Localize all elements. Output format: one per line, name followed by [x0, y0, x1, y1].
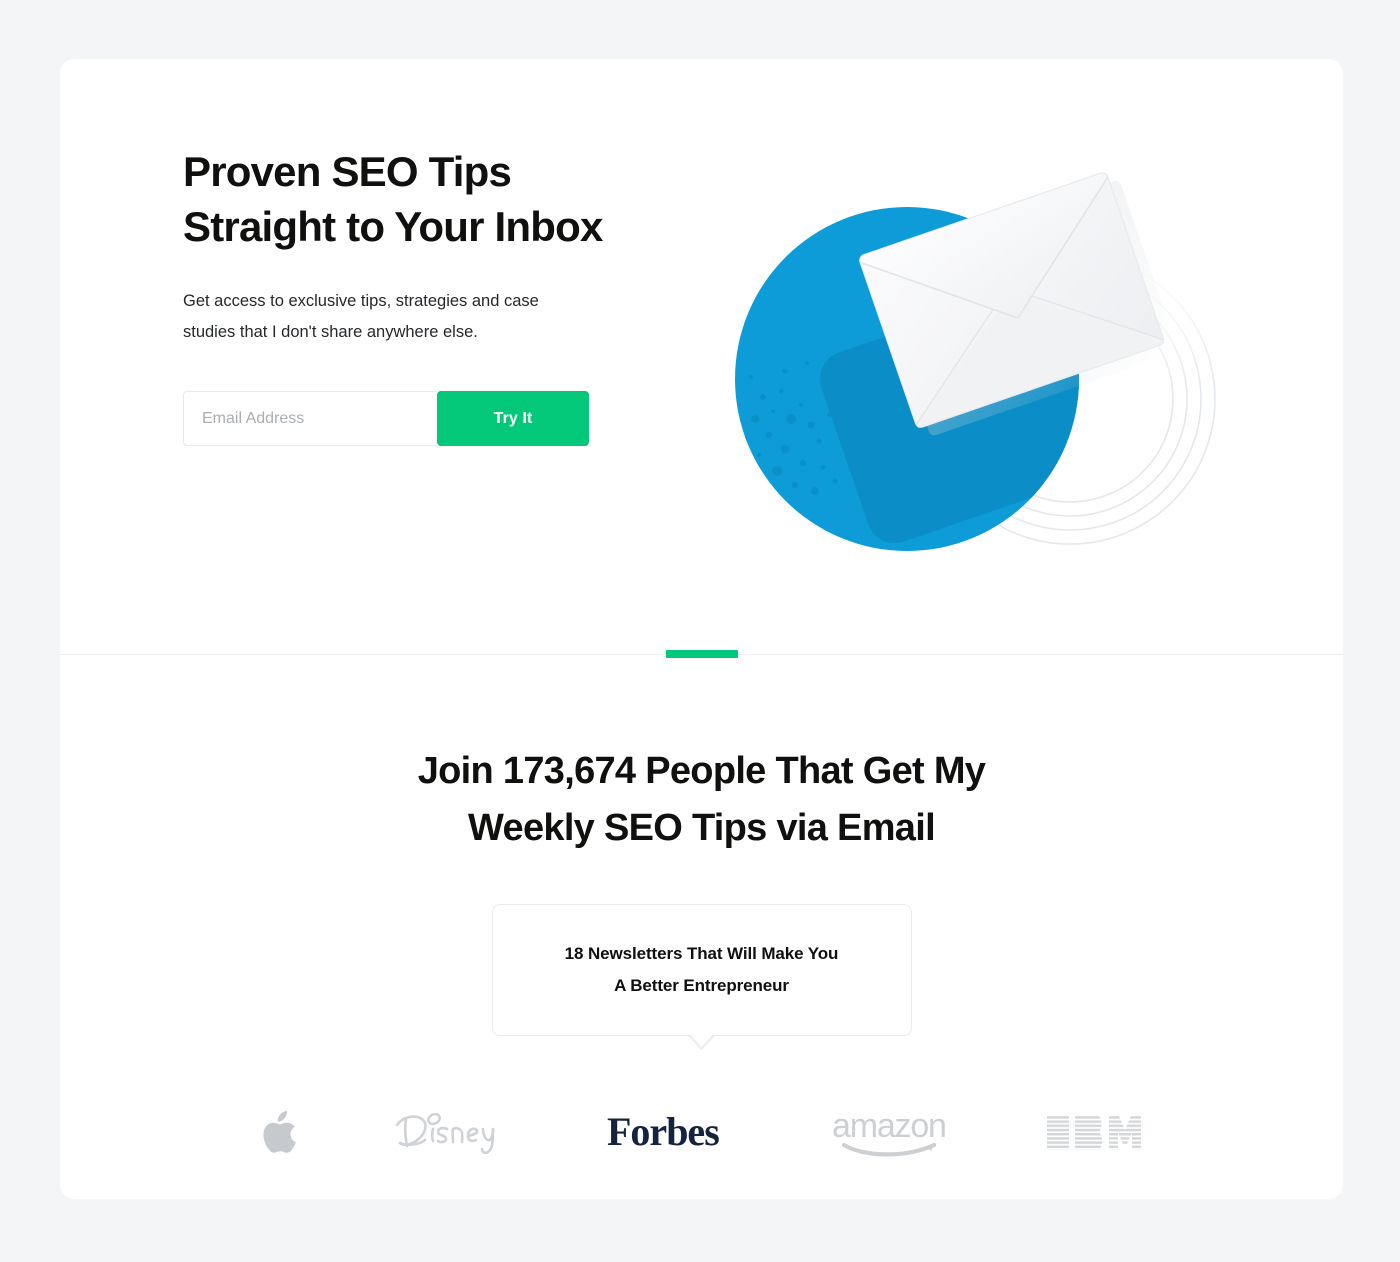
badge-arrow-fill — [689, 1035, 715, 1049]
forbes-logo: Forbes — [607, 1110, 737, 1156]
proof-title: Join 173,674 People That Get My Weekly S… — [417, 750, 986, 849]
try-it-button[interactable]: Try It — [437, 391, 589, 446]
hero-copy: Proven SEO Tips Straight to Your Inbox G… — [183, 144, 703, 446]
newsletter-badge: 18 Newsletters That Will Make You A Bett… — [491, 904, 912, 1050]
main-card: Proven SEO Tips Straight to Your Inbox G… — [60, 59, 1343, 1199]
envelope-illustration — [715, 119, 1275, 589]
page-root: Proven SEO Tips Straight to Your Inbox G… — [0, 0, 1400, 1262]
hero-subtitle: Get access to exclusive tips, strategies… — [183, 292, 539, 341]
amazon-logo: amazon — [830, 1107, 954, 1159]
email-input[interactable] — [183, 391, 437, 446]
newsletter-signup-form: Try It — [183, 391, 589, 446]
svg-text:Forbes: Forbes — [607, 1110, 719, 1154]
hero-section: Proven SEO Tips Straight to Your Inbox G… — [60, 59, 1343, 658]
svg-text:amazon: amazon — [832, 1107, 946, 1145]
apple-logo — [260, 1111, 296, 1155]
page-title: Proven SEO Tips Straight to Your Inbox — [183, 148, 603, 250]
brand-logo-strip: Forbes amazon — [60, 1098, 1343, 1168]
newsletter-badge-text: 18 Newsletters That Will Make You A Bett… — [564, 944, 839, 995]
ibm-logo — [1047, 1112, 1143, 1154]
social-proof-section: Join 173,674 People That Get My Weekly S… — [60, 655, 1343, 1168]
disney-logo — [389, 1105, 513, 1161]
newsletter-badge-card: 18 Newsletters That Will Make You A Bett… — [491, 904, 912, 1036]
